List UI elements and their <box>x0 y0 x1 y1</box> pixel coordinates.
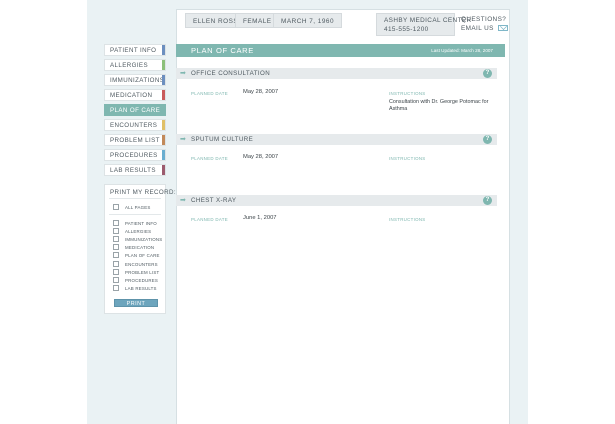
checkbox[interactable] <box>113 220 119 226</box>
questions-block: QUESTIONS? EMAIL US <box>461 15 508 33</box>
sidebar-item-label: PROCEDURES <box>110 152 158 159</box>
mail-icon[interactable] <box>497 25 508 31</box>
planned-date-value: June 1, 2007 <box>243 215 277 221</box>
sidebar-item-label: ENCOUNTERS <box>110 122 158 129</box>
print-option-procedures: PROCEDURES <box>113 277 158 284</box>
checkbox-label: IMMUNIZATIONS <box>125 237 163 242</box>
sidebar-item-immunizations[interactable]: IMMUNIZATIONS <box>104 74 166 86</box>
color-bar <box>162 120 165 130</box>
print-button[interactable]: PRINT <box>114 299 158 307</box>
color-bar <box>162 90 165 100</box>
checkbox-label: ALLERGIES <box>125 229 152 234</box>
sidebar-item-label: PATIENT INFO <box>110 47 157 54</box>
section-title: CHEST X-RAY <box>191 197 237 204</box>
print-option-allergies: ALLERGIES <box>113 228 151 235</box>
print-option-immunizations: IMMUNIZATIONS <box>113 236 162 243</box>
checkbox[interactable] <box>113 228 119 234</box>
color-bar <box>162 135 165 145</box>
patient-dob: MARCH 7, 1960 <box>273 13 343 28</box>
color-bar <box>162 150 165 160</box>
sidebar-nav: PATIENT INFO ALLERGIES IMMUNIZATIONS MED… <box>104 44 166 179</box>
instructions-label: INSTRUCTIONS <box>389 156 426 161</box>
checkbox[interactable] <box>113 252 119 258</box>
email-us-label: EMAIL US <box>461 25 494 32</box>
checkbox-label: ALL PAGES <box>125 205 151 210</box>
checkbox[interactable] <box>113 277 119 283</box>
sidebar-item-label: PLAN OF CARE <box>110 107 161 114</box>
sidebar-item-plan-of-care[interactable]: PLAN OF CARE <box>104 104 166 116</box>
divider <box>109 214 161 215</box>
planned-date-value: May 28, 2007 <box>243 154 279 160</box>
sidebar-item-encounters[interactable]: ENCOUNTERS <box>104 119 166 131</box>
print-option-all-pages: ALL PAGES <box>113 204 150 211</box>
clinic-name: ASHBY MEDICAL CENTER <box>384 17 472 24</box>
questions-label: QUESTIONS? <box>461 16 507 23</box>
divider <box>109 198 161 199</box>
sidebar-item-medication[interactable]: MEDICATION <box>104 89 166 101</box>
sidebar-item-patient-info[interactable]: PATIENT INFO <box>104 44 166 56</box>
arrow-right-icon: ➡ <box>180 136 186 143</box>
color-bar <box>162 45 165 55</box>
checkbox[interactable] <box>113 204 119 210</box>
section-title: OFFICE CONSULTATION <box>191 70 271 77</box>
print-title: PRINT MY RECORD: <box>110 189 176 196</box>
help-icon[interactable]: ? <box>483 69 492 78</box>
planned-date-value: May 28, 2007 <box>243 89 279 95</box>
checkbox[interactable] <box>113 285 119 291</box>
clinic-phone: 415-555-1200 <box>384 26 429 33</box>
checkbox-label: MEDICATION <box>125 245 155 250</box>
color-bar <box>162 75 165 85</box>
planned-date-label: PLANNED DATE <box>191 156 228 161</box>
page-title-bar: PLAN OF CARE Last Updated: March 28, 200… <box>176 44 505 57</box>
sidebar-item-label: LAB RESULTS <box>110 167 156 174</box>
sidebar-item-procedures[interactable]: PROCEDURES <box>104 149 166 161</box>
print-option-lab-results: LAB RESULTS <box>113 285 157 292</box>
sidebar-item-lab-results[interactable]: LAB RESULTS <box>104 164 166 176</box>
section-header-sputum-culture[interactable]: ➡ SPUTUM CULTURE ? <box>176 134 497 145</box>
sidebar-item-label: MEDICATION <box>110 92 153 99</box>
instructions-value: Consultation with Dr. George Potomac for… <box>389 99 489 112</box>
arrow-right-icon: ➡ <box>180 70 186 77</box>
planned-date-label: PLANNED DATE <box>191 217 228 222</box>
clinic-info: ASHBY MEDICAL CENTER 415-555-1200 <box>376 13 472 36</box>
checkbox[interactable] <box>113 269 119 275</box>
checkbox-label: ENCOUNTERS <box>125 262 158 267</box>
section-header-office-consultation[interactable]: ➡ OFFICE CONSULTATION ? <box>176 68 497 79</box>
checkbox[interactable] <box>113 236 119 242</box>
print-option-plan-of-care: PLAN OF CARE <box>113 252 160 259</box>
checkbox[interactable] <box>113 261 119 267</box>
planned-date-label: PLANNED DATE <box>191 91 228 96</box>
sidebar-item-label: IMMUNIZATIONS <box>110 77 165 84</box>
color-bar <box>162 60 165 70</box>
email-us-link[interactable]: EMAIL US <box>461 24 508 33</box>
sidebar-item-allergies[interactable]: ALLERGIES <box>104 59 166 71</box>
print-option-medication: MEDICATION <box>113 244 154 251</box>
sidebar-item-label: PROBLEM LIST <box>110 137 160 144</box>
instructions-label: INSTRUCTIONS <box>389 91 426 96</box>
arrow-right-icon: ➡ <box>180 197 186 204</box>
instructions-label: INSTRUCTIONS <box>389 217 426 222</box>
checkbox[interactable] <box>113 244 119 250</box>
color-bar <box>162 165 165 175</box>
print-record-panel: PRINT MY RECORD: ALL PAGES PATIENT INFO … <box>104 184 176 314</box>
checkbox-label: PLAN OF CARE <box>125 253 160 258</box>
print-option-problem-list: PROBLEM LIST <box>113 269 159 276</box>
sidebar-item-problem-list[interactable]: PROBLEM LIST <box>104 134 166 146</box>
color-bar <box>162 105 165 115</box>
last-updated: Last Updated: March 28, 2007 <box>431 48 493 53</box>
help-icon[interactable]: ? <box>483 196 492 205</box>
checkbox-label: PROCEDURES <box>125 278 158 283</box>
sidebar-item-label: ALLERGIES <box>110 62 148 69</box>
page-title: PLAN OF CARE <box>191 46 254 55</box>
print-option-patient-info: PATIENT INFO <box>113 220 157 227</box>
checkbox-label: PROBLEM LIST <box>125 270 160 275</box>
print-option-encounters: ENCOUNTERS <box>113 261 158 268</box>
checkbox-label: LAB RESULTS <box>125 286 157 291</box>
help-icon[interactable]: ? <box>483 135 492 144</box>
section-title: SPUTUM CULTURE <box>191 136 254 143</box>
checkbox-label: PATIENT INFO <box>125 221 157 226</box>
section-header-chest-x-ray[interactable]: ➡ CHEST X-RAY ? <box>176 195 497 206</box>
